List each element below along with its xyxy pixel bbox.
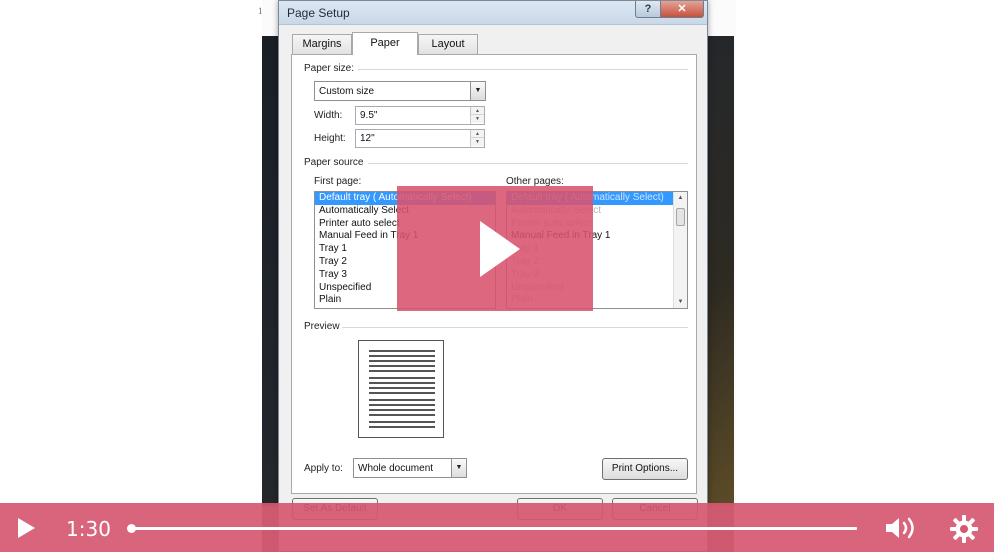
preview-line <box>369 409 435 411</box>
page-number: 1 <box>258 6 263 16</box>
first-page-label: First page: <box>314 176 362 187</box>
spin-up-icon[interactable]: ▲ <box>471 107 484 115</box>
preview-line <box>369 350 435 352</box>
progress-scrubber[interactable] <box>127 524 136 533</box>
spin-down-icon[interactable]: ▼ <box>471 115 484 123</box>
width-stepper[interactable]: ▲ ▼ <box>470 107 484 124</box>
preview-line <box>369 355 435 357</box>
preview-label: Preview <box>304 321 340 332</box>
tab-margins[interactable]: Margins <box>292 34 352 54</box>
divider <box>342 327 688 328</box>
scroll-down-icon[interactable]: ▼ <box>674 296 687 308</box>
height-label: Height: <box>314 133 346 144</box>
height-field[interactable]: 12" ▲ ▼ <box>355 129 485 148</box>
big-play-button[interactable] <box>397 186 593 311</box>
progress-bar[interactable] <box>127 524 857 533</box>
preview-line <box>369 365 435 367</box>
spin-down-icon[interactable]: ▼ <box>471 138 484 146</box>
spin-up-icon[interactable]: ▲ <box>471 130 484 138</box>
width-label: Width: <box>314 110 343 121</box>
help-icon: ? <box>644 3 652 15</box>
divider <box>358 69 688 70</box>
current-time: 1:30 <box>66 517 111 541</box>
preview-line <box>369 360 435 362</box>
scrollbar[interactable]: ▲ ▼ <box>673 192 687 308</box>
close-icon: ✕ <box>677 3 687 15</box>
width-field[interactable]: 9.5" ▲ ▼ <box>355 106 485 125</box>
apply-to-dropdown[interactable]: Whole document ▼ <box>353 458 467 478</box>
preview-line <box>369 399 435 401</box>
settings-gear-icon[interactable] <box>949 514 979 544</box>
height-value: 12" <box>360 133 375 144</box>
apply-to-value: Whole document <box>358 463 434 474</box>
preview-line <box>369 370 435 372</box>
play-button[interactable] <box>18 518 35 538</box>
preview-line <box>369 414 435 416</box>
page-preview-thumbnail <box>358 340 444 438</box>
play-icon <box>480 221 520 277</box>
print-options-button[interactable]: Print Options... <box>602 458 688 480</box>
divider <box>368 163 688 164</box>
preview-line <box>369 404 435 406</box>
apply-to-label: Apply to: <box>304 463 343 474</box>
dialog-title: Page Setup <box>287 6 350 20</box>
chevron-down-icon: ▼ <box>470 82 485 100</box>
paper-source-label: Paper source <box>304 157 364 168</box>
chevron-down-icon: ▼ <box>451 459 466 477</box>
tab-layout[interactable]: Layout <box>418 34 478 54</box>
scroll-up-icon[interactable]: ▲ <box>674 192 687 204</box>
scroll-thumb[interactable] <box>676 208 685 226</box>
tab-paper[interactable]: Paper <box>352 32 418 55</box>
player-control-bar: 1:30 <box>0 503 994 552</box>
dialog-titlebar: Page Setup ? ✕ <box>279 1 707 25</box>
volume-icon[interactable] <box>884 515 920 541</box>
video-player: 1 Page Setup ? ✕ Margins Paper Layout Pa… <box>0 0 994 552</box>
help-button[interactable]: ? <box>635 1 661 18</box>
height-stepper[interactable]: ▲ ▼ <box>470 130 484 147</box>
paper-size-value: Custom size <box>319 86 375 97</box>
preview-line <box>369 421 435 423</box>
paper-size-dropdown[interactable]: Custom size ▼ <box>314 81 486 101</box>
close-button[interactable]: ✕ <box>660 1 704 18</box>
preview-line <box>369 377 435 379</box>
paper-size-label: Paper size: <box>304 63 355 74</box>
preview-line <box>369 382 435 384</box>
preview-line <box>369 387 435 389</box>
preview-line <box>369 426 435 428</box>
preview-line <box>369 392 435 394</box>
width-value: 9.5" <box>360 110 378 121</box>
